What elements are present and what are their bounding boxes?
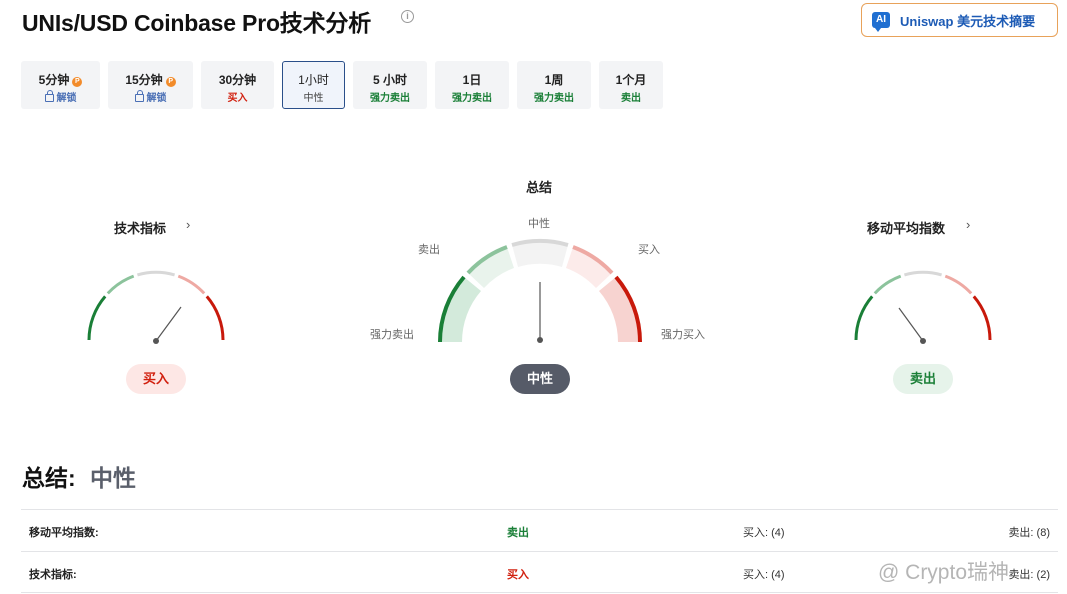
summary-gauge-title: 总结 (526, 180, 553, 195)
gauge-label-strong-sell: 强力卖出 (370, 329, 414, 341)
pro-icon: P (165, 77, 176, 87)
row-signal: 卖出 (507, 527, 529, 539)
ai-summary-label: Uniswap 美元技术摘要 (900, 13, 1036, 29)
row-signal: 买入 (507, 569, 529, 581)
gauge-needle (898, 307, 924, 342)
gauge-pivot (537, 337, 543, 343)
tab-1month[interactable]: 1个月 卖出 (599, 61, 663, 109)
ai-summary-button[interactable]: AI Uniswap 美元技术摘要 (861, 3, 1058, 37)
summary-signal-badge: 中性 (510, 364, 570, 394)
chevron-right-icon[interactable]: › (186, 217, 190, 232)
tab-label: 5 小时 (372, 73, 407, 87)
moving-avg-gauge (854, 270, 992, 344)
technical-signal-badge: 买入 (126, 364, 186, 394)
tab-label: 30分钟 (218, 73, 257, 87)
tab-signal: 强力卖出 (534, 93, 574, 104)
tab-label: 1日 (462, 73, 482, 87)
moving-avg-gauge-title[interactable]: 移动平均指数 (867, 218, 945, 237)
summary-heading: 总结: (22, 465, 76, 491)
ai-chat-icon: AI (872, 12, 890, 32)
tab-1day[interactable]: 1日 强力卖出 (435, 61, 509, 109)
unlock-link[interactable]: 解锁 (57, 93, 77, 104)
tab-30min[interactable]: 30分钟 买入 (201, 61, 274, 109)
page-title: UNIs/USD Coinbase Pro技术分析 (22, 10, 371, 36)
moving-avg-signal-badge: 卖出 (893, 364, 953, 394)
tab-label: 5分钟 (38, 73, 70, 87)
row-buy-count: 买入: (4) (743, 527, 785, 539)
lock-icon (134, 90, 144, 102)
tab-5min[interactable]: 5分钟 P 解锁 (21, 61, 100, 109)
tab-label: 1个月 (615, 73, 647, 87)
table-row: 移动平均指数: 卖出 买入: (4) 卖出: (8) (21, 509, 1058, 551)
tab-15min[interactable]: 15分钟 P 解锁 (108, 61, 193, 109)
pro-icon: P (72, 77, 83, 87)
row-sell-count: 卖出: (2) (1008, 569, 1050, 581)
tab-5hour[interactable]: 5 小时 强力卖出 (353, 61, 427, 109)
watermark: @ Crypto瑞神 (878, 561, 1010, 584)
gauge-pivot (153, 338, 159, 344)
gauge-label-neutral: 中性 (528, 218, 550, 230)
row-sell-count: 卖出: (8) (1008, 527, 1050, 539)
summary-value: 中性 (90, 465, 136, 491)
technical-gauge (87, 270, 225, 344)
tab-1hour[interactable]: 1小时 中性 (282, 61, 345, 109)
row-name: 技术指标: (29, 569, 77, 581)
row-name: 移动平均指数: (29, 527, 99, 539)
tab-1week[interactable]: 1周 强力卖出 (517, 61, 591, 109)
info-icon[interactable]: i (401, 10, 414, 23)
tab-signal: 中性 (303, 93, 324, 104)
gauge-pivot (920, 338, 926, 344)
tab-signal: 强力卖出 (452, 93, 492, 104)
chevron-right-icon[interactable]: › (966, 217, 970, 232)
tab-signal: 买入 (227, 93, 248, 104)
tab-label: 1周 (544, 73, 564, 87)
lock-icon (44, 90, 54, 102)
row-buy-count: 买入: (4) (743, 569, 785, 581)
tab-label: 1小时 (298, 73, 329, 87)
gauge-label-strong-buy: 强力买入 (661, 329, 705, 341)
tab-signal: 强力卖出 (370, 93, 410, 104)
tab-label: 15分钟 (125, 73, 163, 87)
technical-gauge-title[interactable]: 技术指标 (114, 218, 166, 237)
gauge-needle (155, 306, 182, 342)
summary-gauge (438, 239, 642, 343)
unlock-link[interactable]: 解锁 (147, 93, 167, 104)
tab-signal: 卖出 (621, 93, 641, 104)
